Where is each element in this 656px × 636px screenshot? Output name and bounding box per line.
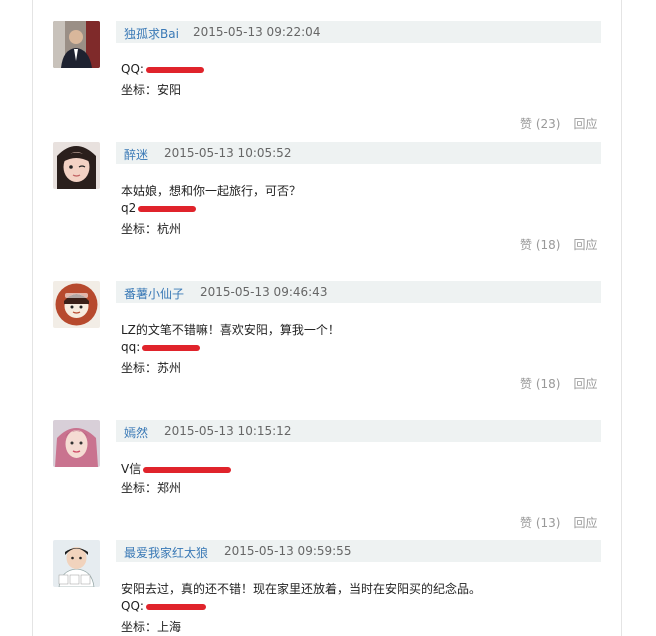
comment-header: 嫣然 2015-05-13 10:15:12 — [116, 420, 601, 442]
comment-item: 独孤求Bai 2015-05-13 09:22:04 QQ: 坐标：安阳 赞 (… — [0, 21, 656, 161]
comment-item: 最爱我家红太狼 2015-05-13 09:59:55 安阳去过，真的还不错！现… — [0, 540, 656, 636]
avatar-girl-winking-icon — [53, 142, 100, 189]
avatar[interactable] — [53, 420, 100, 467]
comment-header: 最爱我家红太狼 2015-05-13 09:59:55 — [116, 540, 601, 562]
username-link[interactable]: 番薯小仙子 — [124, 285, 184, 302]
comment-text-line: 坐标：郑州 — [121, 481, 182, 495]
username-link[interactable]: 醉迷 — [124, 146, 148, 163]
avatar[interactable] — [53, 281, 100, 328]
avatar-boy-icon — [53, 540, 100, 587]
redaction-mark — [145, 603, 206, 610]
comment-timestamp: 2015-05-13 09:22:04 — [193, 25, 321, 39]
avatar[interactable] — [53, 540, 100, 587]
comment-actions: 赞 (23) 回应 — [520, 115, 598, 132]
username-link[interactable]: 最爱我家红太狼 — [124, 544, 208, 561]
comment-timestamp: 2015-05-13 10:15:12 — [164, 424, 292, 438]
comment-text-line: 坐标：安阳 — [121, 83, 182, 97]
comment-text-line: LZ的文笔不错嘛！喜欢安阳，算我一个！ — [121, 323, 340, 337]
comment-text-line: 坐标：苏州 — [121, 361, 182, 375]
reply-button[interactable]: 回应 — [573, 117, 597, 131]
comment-text-line: 坐标：杭州 — [121, 222, 182, 236]
comment-header: 独孤求Bai 2015-05-13 09:22:04 — [116, 21, 601, 43]
comment-timestamp: 2015-05-13 09:59:55 — [224, 544, 352, 558]
reply-button[interactable]: 回应 — [573, 516, 597, 530]
comment-text-line: 坐标：上海 — [121, 620, 182, 634]
like-button[interactable]: 赞 (18) — [520, 377, 560, 391]
comment-text-line: qq: — [121, 340, 201, 354]
reply-button[interactable]: 回应 — [573, 377, 597, 391]
username-link[interactable]: 独孤求Bai — [124, 25, 179, 42]
comment-item: 番薯小仙子 2015-05-13 09:46:43 LZ的文笔不错嘛！喜欢安阳，… — [0, 281, 656, 421]
redaction-mark — [145, 66, 204, 73]
like-button[interactable]: 赞 (13) — [520, 516, 560, 530]
avatar[interactable] — [53, 21, 100, 68]
avatar-woman-pink-hair-icon — [53, 420, 100, 467]
like-button[interactable]: 赞 (18) — [520, 238, 560, 252]
comment-timestamp: 2015-05-13 10:05:52 — [164, 146, 292, 160]
redaction-mark — [142, 344, 201, 351]
avatar[interactable] — [53, 142, 100, 189]
comment-timestamp: 2015-05-13 09:46:43 — [200, 285, 328, 299]
comment-text-line: QQ: — [121, 62, 204, 76]
redaction-mark — [138, 205, 197, 212]
comment-actions: 赞 (18) 回应 — [520, 236, 598, 253]
redaction-mark — [143, 466, 232, 473]
comment-text-line: V信 — [121, 460, 232, 477]
comment-actions: 赞 (18) 回应 — [520, 375, 598, 392]
username-link[interactable]: 嫣然 — [124, 424, 148, 441]
like-button[interactable]: 赞 (23) — [520, 117, 560, 131]
avatar-cartoon-girl-icon — [53, 281, 100, 328]
comment-item: 醉迷 2015-05-13 10:05:52 本姑娘，想和你一起旅行，可否？ q… — [0, 142, 656, 282]
avatar-man-suit-icon — [53, 21, 100, 68]
comment-header: 番薯小仙子 2015-05-13 09:46:43 — [116, 281, 601, 303]
comment-text-line: QQ: — [121, 599, 206, 613]
reply-button[interactable]: 回应 — [573, 238, 597, 252]
comment-actions: 赞 (13) 回应 — [520, 514, 598, 531]
comment-text-line: 本姑娘，想和你一起旅行，可否？ — [121, 184, 302, 198]
comment-header: 醉迷 2015-05-13 10:05:52 — [116, 142, 601, 164]
comment-item: 嫣然 2015-05-13 10:15:12 V信 坐标：郑州 赞 (13) 回应 — [0, 420, 656, 560]
comment-text-line: 安阳去过，真的还不错！现在家里还放着，当时在安阳买的纪念品。 — [121, 582, 482, 596]
comment-text-line: q2 — [121, 201, 197, 215]
